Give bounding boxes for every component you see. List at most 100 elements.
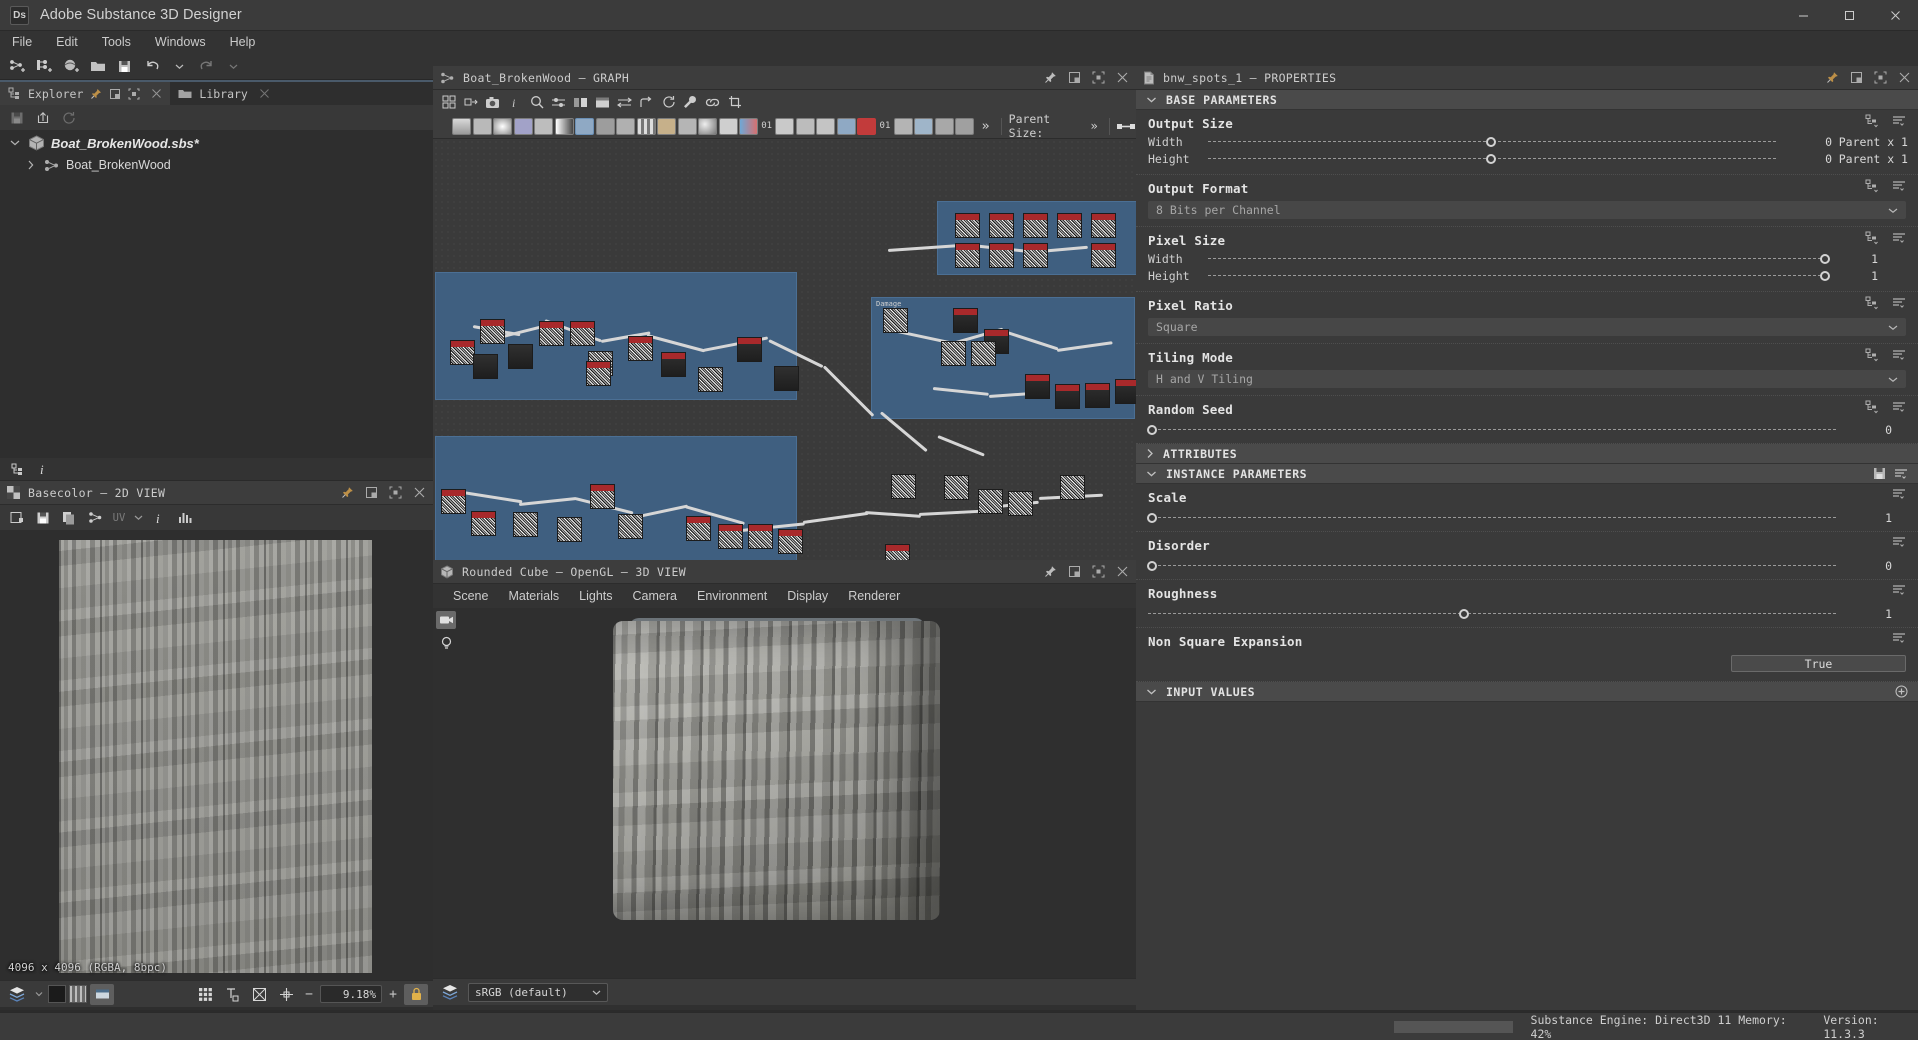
section-attributes[interactable]: ATTRIBUTES bbox=[1136, 444, 1918, 464]
random-seed-value[interactable]: 0 bbox=[1846, 423, 1892, 437]
node-pin-icon[interactable] bbox=[955, 116, 975, 136]
node-text-icon[interactable] bbox=[775, 116, 795, 136]
view3d-canvas[interactable] bbox=[433, 608, 1136, 978]
graph-node[interactable] bbox=[590, 484, 615, 509]
float-icon[interactable] bbox=[1068, 565, 1081, 578]
menu-icon[interactable] bbox=[1892, 632, 1906, 644]
pin-icon[interactable] bbox=[90, 88, 102, 100]
display-icon[interactable] bbox=[90, 983, 114, 1005]
node-shuffle-icon[interactable] bbox=[513, 116, 533, 136]
graph-node[interactable] bbox=[628, 336, 653, 361]
compare-icon[interactable] bbox=[570, 92, 591, 112]
node-output-icon[interactable] bbox=[857, 116, 877, 136]
node-letter-icon[interactable] bbox=[816, 116, 836, 136]
color-swatch[interactable] bbox=[48, 985, 66, 1003]
new-substance-icon[interactable] bbox=[31, 55, 58, 78]
float-icon[interactable] bbox=[109, 88, 121, 100]
colorspace-icon[interactable] bbox=[438, 982, 462, 1003]
copy-icon[interactable] bbox=[57, 507, 81, 528]
pin-icon[interactable] bbox=[1044, 71, 1057, 84]
maximize-panel-icon[interactable] bbox=[1874, 71, 1887, 84]
new-graph-icon[interactable] bbox=[4, 55, 31, 78]
menu-help[interactable]: Help bbox=[218, 31, 268, 53]
scale-slider[interactable] bbox=[1147, 511, 1838, 525]
camera-icon[interactable] bbox=[436, 611, 456, 629]
close-icon[interactable] bbox=[1116, 71, 1129, 84]
close-button[interactable] bbox=[1872, 0, 1918, 31]
graph-node[interactable] bbox=[618, 514, 643, 539]
menu-icon[interactable] bbox=[1892, 115, 1906, 127]
save-all-icon[interactable] bbox=[112, 55, 139, 78]
tree-item-graph[interactable]: Boat_BrokenWood bbox=[0, 154, 433, 176]
crop-icon[interactable] bbox=[724, 92, 745, 112]
add-icon[interactable] bbox=[1895, 685, 1908, 698]
chevron-down-icon[interactable] bbox=[8, 139, 22, 147]
tree-item-package[interactable]: Boat_BrokenWood.sbs* bbox=[0, 132, 433, 154]
image-icon[interactable] bbox=[5, 507, 29, 528]
node-select-icon[interactable] bbox=[836, 116, 856, 136]
roughness-slider[interactable] bbox=[1148, 607, 1838, 621]
graph-node[interactable] bbox=[508, 344, 533, 369]
roughness-value[interactable]: 1 bbox=[1846, 607, 1892, 621]
float-icon[interactable] bbox=[365, 486, 378, 499]
node-shape-icon[interactable] bbox=[795, 116, 815, 136]
pin-icon[interactable] bbox=[1826, 71, 1839, 84]
info-icon[interactable]: i bbox=[147, 507, 171, 528]
graph-node[interactable] bbox=[883, 308, 908, 333]
float-icon[interactable] bbox=[1850, 71, 1863, 84]
close-icon[interactable] bbox=[259, 88, 270, 99]
new-package-icon[interactable] bbox=[58, 55, 85, 78]
minimize-button[interactable] bbox=[1780, 0, 1826, 31]
undo-icon[interactable] bbox=[139, 55, 166, 78]
view2d-canvas[interactable]: 4096 x 4096 (RGBA, 8bpc) bbox=[0, 530, 433, 980]
node-blend-icon[interactable] bbox=[472, 116, 492, 136]
export-icon[interactable] bbox=[31, 107, 55, 128]
graph-node[interactable] bbox=[473, 354, 498, 379]
graph-node[interactable] bbox=[450, 340, 475, 365]
channels-icon[interactable] bbox=[5, 984, 29, 1005]
menu-icon[interactable] bbox=[1892, 180, 1906, 192]
preset-icon[interactable] bbox=[1873, 467, 1886, 480]
graph-node[interactable] bbox=[441, 489, 466, 514]
zoom-input[interactable]: 9.18% bbox=[320, 985, 382, 1003]
menu-icon[interactable] bbox=[1892, 488, 1906, 500]
expose-icon[interactable] bbox=[1865, 296, 1879, 310]
graph-node[interactable] bbox=[955, 213, 980, 238]
expose-icon[interactable] bbox=[1865, 348, 1879, 362]
chevron-right-icon[interactable] bbox=[24, 160, 38, 170]
chevron-down-icon[interactable] bbox=[1146, 96, 1157, 104]
graph-node[interactable] bbox=[570, 321, 595, 346]
scale-value[interactable]: 1 bbox=[1846, 511, 1892, 525]
maximize-panel-icon[interactable] bbox=[1092, 71, 1105, 84]
rotate-icon[interactable] bbox=[658, 92, 679, 112]
pin-icon[interactable] bbox=[1044, 565, 1057, 578]
graph-node[interactable] bbox=[1023, 213, 1048, 238]
menu-icon[interactable] bbox=[1894, 468, 1908, 480]
menu-scene[interactable]: Scene bbox=[443, 584, 498, 608]
float-icon[interactable] bbox=[1068, 71, 1081, 84]
output-size-height-mode[interactable]: Parent x 1 bbox=[1832, 152, 1918, 166]
close-icon[interactable] bbox=[413, 486, 426, 499]
expose-icon[interactable] bbox=[1865, 400, 1879, 414]
graph-canvas[interactable]: Damage bbox=[433, 139, 1136, 560]
graph-node[interactable] bbox=[718, 524, 743, 549]
output-size-height-slider[interactable] bbox=[1208, 152, 1778, 166]
cube-model-preview[interactable] bbox=[613, 621, 940, 920]
graph-node[interactable] bbox=[1055, 384, 1080, 409]
non-square-expansion-toggle[interactable]: True bbox=[1731, 655, 1906, 672]
pin-icon[interactable] bbox=[341, 486, 354, 499]
graph-node[interactable] bbox=[698, 367, 723, 392]
chevron-down-icon[interactable] bbox=[1146, 688, 1157, 696]
explorer-icon[interactable] bbox=[5, 459, 29, 480]
expose-icon[interactable] bbox=[1865, 179, 1879, 193]
graph-node[interactable] bbox=[539, 321, 564, 346]
graph-node[interactable] bbox=[955, 243, 980, 268]
grid-icon[interactable] bbox=[438, 92, 459, 112]
pixel-size-width-slider[interactable] bbox=[1208, 252, 1830, 266]
graph-node[interactable] bbox=[1115, 379, 1136, 404]
menu-materials[interactable]: Materials bbox=[498, 584, 569, 608]
node-blur-icon[interactable] bbox=[493, 116, 513, 136]
node-comment-icon[interactable] bbox=[934, 116, 954, 136]
graph-node[interactable] bbox=[480, 319, 505, 344]
output-size-width-slider[interactable] bbox=[1208, 135, 1778, 149]
